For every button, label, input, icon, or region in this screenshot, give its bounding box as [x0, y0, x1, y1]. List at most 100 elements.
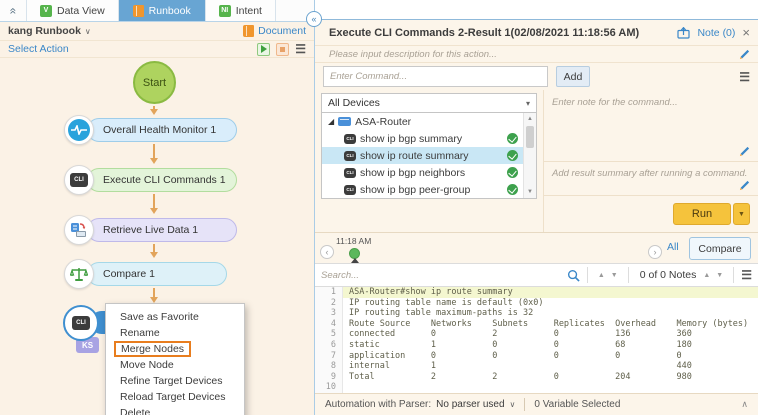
menu-item-reload-target-devices[interactable]: Reload Target Devices	[106, 389, 244, 405]
chevron-down-icon[interactable]: ∨	[85, 27, 91, 36]
scrollbar-thumb[interactable]	[526, 126, 534, 148]
document-icon	[243, 25, 254, 37]
timeline-prev-button[interactable]: ‹	[320, 245, 334, 259]
runbook-book-icon	[133, 5, 144, 17]
run-options-dropdown[interactable]: ▼	[733, 203, 750, 225]
tree-command-row[interactable]: CLI show ip bgp summary	[322, 130, 536, 147]
find-next-icon[interactable]: ▼	[608, 272, 621, 279]
variables-selected: 0 Variable Selected	[534, 399, 620, 410]
tree-scrollbar[interactable]: ▲ ▼	[523, 113, 536, 198]
runbook-menu-icon[interactable]: ☰	[295, 43, 306, 55]
divider	[628, 267, 629, 283]
tab-runbook[interactable]: Runbook	[119, 0, 205, 21]
flow-node-overall-health-monitor[interactable]: Overall Health Monitor 1	[64, 115, 237, 145]
scroll-up-icon[interactable]: ▲	[524, 113, 536, 125]
search-icon[interactable]	[567, 269, 580, 282]
router-icon	[338, 117, 351, 126]
run-button[interactable]: Run	[673, 203, 731, 225]
tree-command-row[interactable]: CLI show ip bgp peer-group	[322, 181, 536, 198]
edit-summary-pencil-icon[interactable]	[739, 180, 750, 191]
node-label: Compare 1	[87, 262, 227, 286]
output-line: 6static 1 0 0 68 180	[315, 340, 758, 351]
cli-icon-selected[interactable]: CLI	[63, 305, 99, 341]
tree-command-row-selected[interactable]: CLI show ip route summary	[322, 147, 536, 164]
open-in-window-icon[interactable]	[677, 27, 690, 39]
output-line: 2IP routing table name is default (0x0)	[315, 298, 758, 309]
search-input[interactable]	[321, 270, 567, 281]
select-action-link[interactable]: Select Action	[8, 43, 69, 55]
menu-item-merge-nodes[interactable]: Merge Nodes	[106, 341, 244, 357]
retrieve-live-data-icon	[64, 215, 94, 245]
add-command-button[interactable]: Add	[556, 66, 590, 87]
collapse-footer-icon[interactable]: ∧	[741, 399, 748, 410]
command-input[interactable]	[323, 66, 548, 87]
cli-icon: CLI	[344, 151, 356, 161]
timeline-current-marker	[351, 258, 359, 263]
tree-command-row[interactable]: CLI show ip bgp neighbors	[322, 164, 536, 181]
run-all-button[interactable]	[257, 43, 270, 56]
timeline-next-button[interactable]: ›	[648, 245, 662, 259]
intent-icon: NI	[219, 5, 231, 17]
tree-device-asa-router[interactable]: ◢ ASA-Router	[322, 113, 536, 130]
scroll-down-icon[interactable]: ▼	[524, 186, 536, 198]
devices-column: All Devices ▾ ◢ ASA-Router CLI show ip b…	[315, 90, 543, 232]
node-label: Overall Health Monitor 1	[87, 118, 237, 142]
runbook-name[interactable]: kang Runbook	[8, 25, 81, 37]
divider	[587, 267, 588, 283]
tree-expand-icon[interactable]: ◢	[328, 117, 334, 126]
note-next-icon[interactable]: ▼	[713, 272, 726, 279]
tab-intent[interactable]: NI Intent	[205, 0, 276, 21]
flow-node-start[interactable]: Start	[133, 61, 176, 104]
flow-node-compare[interactable]: Compare 1	[64, 259, 227, 289]
tab-data-view[interactable]: V Data View	[26, 0, 119, 21]
edit-note-pencil-icon[interactable]	[739, 146, 750, 157]
compare-button[interactable]: Compare	[689, 237, 751, 260]
output-menu-icon[interactable]: ☰	[741, 269, 752, 281]
menu-item-move-node[interactable]: Move Node	[106, 357, 244, 373]
flow-node-retrieve-live-data[interactable]: Retrieve Live Data 1	[64, 215, 237, 245]
parser-dropdown[interactable]: No parser used	[436, 399, 504, 410]
stop-button[interactable]	[276, 43, 289, 56]
flow-arrow	[153, 244, 155, 256]
output-search-row: ▲ ▼ 0 of 0 Notes ▲ ▼ ☰	[315, 263, 758, 287]
collapse-panel-button[interactable]: «	[306, 11, 322, 27]
device-filter-value: All Devices	[328, 97, 380, 109]
chevrons-up-icon: «	[6, 7, 20, 14]
success-check-icon	[507, 150, 518, 161]
note-prev-icon[interactable]: ▲	[700, 272, 713, 279]
runbook-panel: « V Data View Runbook NI Intent kang Run…	[0, 0, 314, 415]
menu-item-rename[interactable]: Rename	[106, 325, 244, 341]
flow-arrow	[153, 194, 155, 212]
menu-item-save-as-favorite[interactable]: Save as Favorite	[106, 309, 244, 325]
command-row: Add ☰	[315, 63, 758, 90]
tab-label: Data View	[57, 5, 105, 17]
menu-item-refine-target-devices[interactable]: Refine Target Devices	[106, 373, 244, 389]
result-timeline: ‹ 11:18 AM › All Compare	[315, 232, 758, 263]
find-prev-icon[interactable]: ▲	[595, 272, 608, 279]
data-view-icon: V	[40, 5, 52, 17]
timeline-all-link[interactable]: All	[667, 241, 679, 253]
cli-icon: CLI	[344, 168, 356, 178]
play-icon	[261, 45, 267, 53]
parser-label: Automation with Parser:	[325, 399, 431, 410]
chevron-down-icon[interactable]: ∨	[510, 400, 516, 409]
notes-count: 0 of 0 Notes	[636, 269, 701, 281]
description-placeholder[interactable]: Please input description for this action…	[329, 49, 497, 60]
collapse-tabs-button[interactable]: «	[0, 0, 26, 21]
note-link[interactable]: Note (0)	[697, 27, 735, 39]
cli-icon: CLI	[344, 185, 356, 195]
divider	[524, 398, 525, 411]
command-note-field[interactable]: Enter note for the command...	[544, 90, 758, 162]
edit-description-pencil-icon[interactable]	[739, 49, 750, 60]
command-menu-icon[interactable]: ☰	[739, 71, 750, 83]
result-summary-field[interactable]: Add result summary after running a comma…	[544, 162, 758, 196]
document-button[interactable]: Document	[243, 25, 306, 37]
document-label: Document	[258, 25, 306, 37]
device-command-tree: ◢ ASA-Router CLI show ip bgp summary CLI…	[321, 113, 537, 199]
menu-item-delete[interactable]: Delete	[106, 405, 244, 415]
flow-node-execute-cli-commands-1[interactable]: CLI Execute CLI Commands 1	[64, 165, 237, 195]
automation-footer: Automation with Parser: No parser used ∨…	[315, 393, 758, 415]
close-icon[interactable]: ×	[742, 26, 750, 39]
device-filter-dropdown[interactable]: All Devices ▾	[321, 93, 537, 113]
compare-scales-icon	[64, 259, 94, 289]
